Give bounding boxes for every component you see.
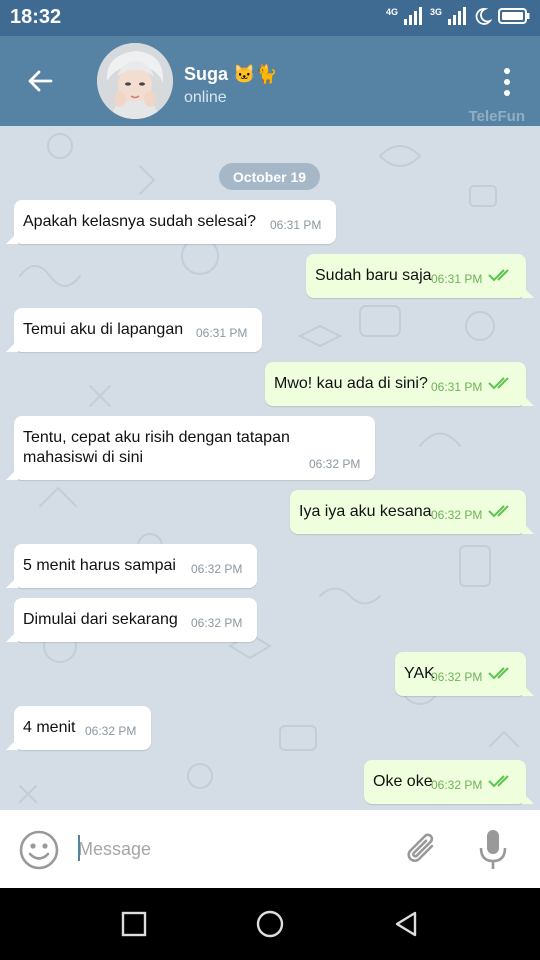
status-icons: 4G 3G: [385, 6, 530, 30]
signal-icon: [448, 6, 468, 30]
status-time: 18:32: [10, 6, 62, 28]
message-time: 06:32 PM: [431, 508, 483, 522]
message-text: Temui aku di lapangan: [23, 321, 184, 338]
message-time: 06:32 PM: [85, 724, 137, 738]
message-text: Iya iya aku kesana: [299, 503, 432, 520]
network-type-1: 4G: [385, 7, 398, 17]
double-check-icon: [488, 269, 509, 282]
message-bubble-outgoing[interactable]: Iya iya aku kesana 06:32 PM: [290, 490, 534, 534]
voice-record-button[interactable]: [474, 828, 512, 872]
message-bubble-incoming[interactable]: 5 menit harus sampai 06:32 PM: [6, 544, 257, 588]
message-text: 4 menit: [23, 719, 76, 736]
message-time: 06:32 PM: [431, 778, 483, 792]
message-bubble-outgoing[interactable]: YAK 06:32 PM: [395, 652, 534, 696]
recents-icon: [121, 911, 147, 937]
signal-icon: [403, 6, 424, 30]
more-vert-icon: [504, 68, 510, 74]
attach-icon: [407, 833, 434, 862]
home-button[interactable]: [250, 904, 290, 944]
message-time: 06:32 PM: [191, 562, 243, 576]
message-text: Dimulai dari sekarang: [23, 611, 178, 628]
message-text: Mwo! kau ada di sini?: [274, 375, 428, 392]
contact-avatar[interactable]: [97, 43, 173, 119]
back-button[interactable]: [18, 61, 62, 101]
message-composer: [0, 810, 540, 888]
contact-status: online: [184, 89, 227, 106]
contact-name[interactable]: Suga 🐱🐈: [184, 64, 278, 85]
message-bubble-incoming[interactable]: 4 menit 06:32 PM: [6, 706, 151, 750]
home-icon: [256, 910, 284, 938]
status-bar: 18:32 4G 3G: [0, 0, 540, 36]
attach-button[interactable]: [402, 830, 442, 870]
message-text: Sudah baru saja: [315, 267, 432, 284]
message-text: Tentu, cepat aku risih dengan tatapan ma…: [23, 429, 290, 466]
chat-header: Suga 🐱🐈 online TeleFun: [0, 36, 540, 126]
message-time: 06:31 PM: [431, 272, 483, 286]
message-time: 06:31 PM: [431, 380, 483, 394]
chat-area[interactable]: October 19 Apakah kelasnya sudah selesai…: [0, 126, 540, 810]
message-time: 06:32 PM: [309, 457, 361, 471]
date-separator: October 19: [219, 163, 320, 190]
system-back-button[interactable]: [386, 904, 426, 944]
network-type-2: 3G: [429, 7, 442, 17]
message-time: 06:32 PM: [191, 616, 243, 630]
message-bubble-incoming[interactable]: Tentu, cepat aku risih dengan tatapan ma…: [6, 416, 375, 480]
message-time: 06:32 PM: [431, 670, 483, 684]
message-bubble-outgoing[interactable]: Mwo! kau ada di sini? 06:31 PM: [265, 362, 534, 406]
system-nav-bar: [0, 888, 540, 960]
message-input[interactable]: [78, 834, 378, 864]
message-bubble-outgoing[interactable]: Oke oke 06:32 PM: [364, 760, 534, 804]
recents-button[interactable]: [114, 904, 154, 944]
watermark: TeleFun: [468, 108, 525, 125]
double-check-icon: [488, 505, 509, 518]
more-options-button[interactable]: [490, 60, 524, 104]
message-text: Oke oke: [373, 773, 433, 790]
message-text: 5 menit harus sampai: [23, 557, 176, 574]
double-check-icon: [488, 377, 509, 390]
message-bubble-incoming[interactable]: Dimulai dari sekarang 06:32 PM: [6, 598, 257, 642]
message-bubble-incoming[interactable]: Apakah kelasnya sudah selesai? 06:31 PM: [6, 200, 336, 244]
mic-icon: [479, 830, 507, 869]
battery-icon: [498, 7, 530, 29]
message-bubble-incoming[interactable]: Temui aku di lapangan 06:31 PM: [6, 308, 262, 352]
double-check-icon: [488, 775, 509, 788]
double-check-icon: [488, 667, 509, 680]
message-time: 06:31 PM: [270, 218, 322, 232]
message-bubble-outgoing[interactable]: Sudah baru saja 06:31 PM: [306, 254, 534, 298]
emoji-icon: [19, 830, 59, 870]
text-caret: [78, 835, 80, 861]
back-icon: [395, 911, 417, 937]
moon-icon: [474, 7, 493, 30]
emoji-button[interactable]: [18, 829, 60, 871]
message-time: 06:31 PM: [196, 326, 248, 340]
back-arrow-icon: [28, 70, 53, 92]
message-text: Apakah kelasnya sudah selesai?: [23, 213, 257, 230]
